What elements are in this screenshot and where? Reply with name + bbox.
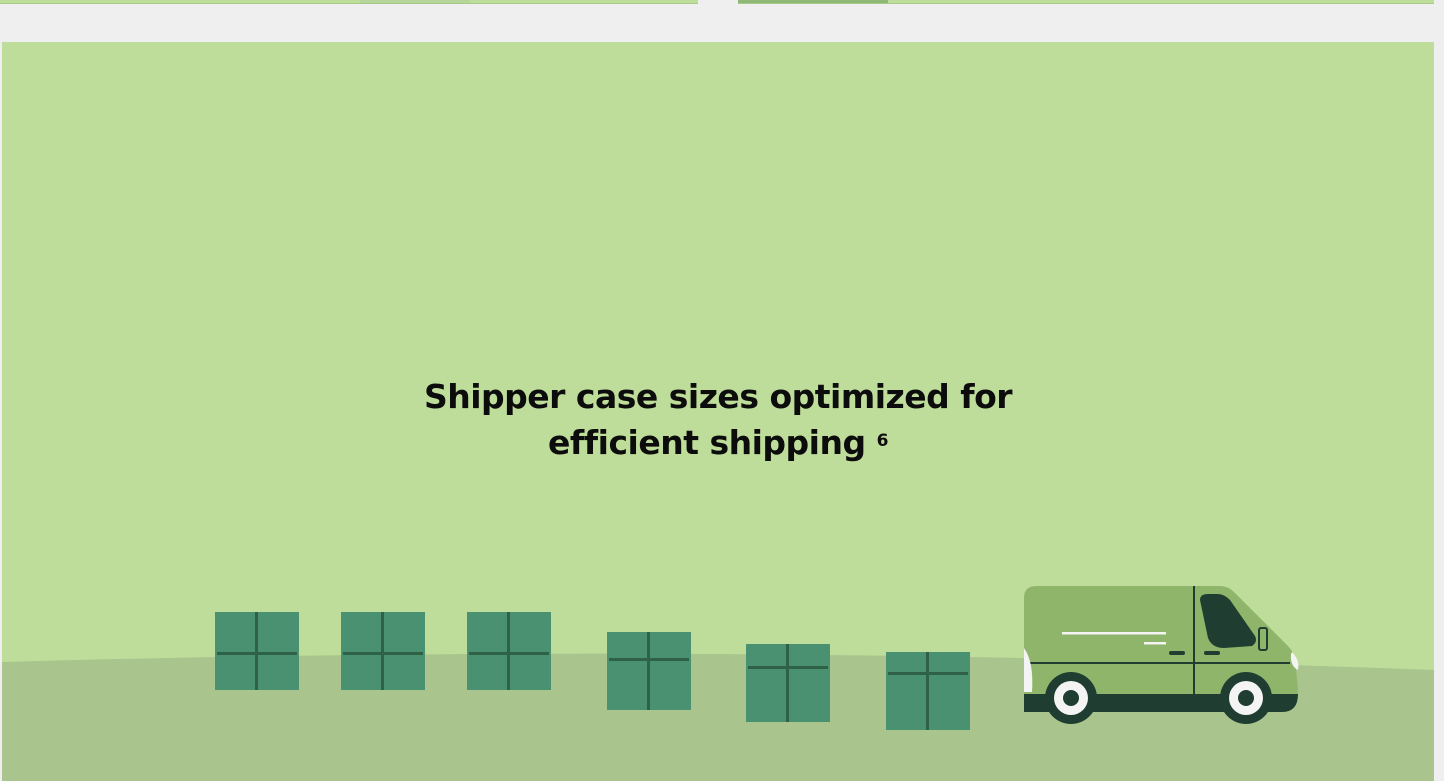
shipping-hero-panel: Shipper case sizes optimized for efficie… bbox=[2, 42, 1434, 781]
previous-section-strip bbox=[0, 0, 1444, 42]
delivery-van bbox=[1024, 586, 1299, 724]
previous-card-right-accent bbox=[738, 0, 888, 3]
previous-card-left-accent bbox=[360, 0, 470, 3]
hero-heading-line-2-text: efficient shipping bbox=[548, 423, 866, 463]
shipping-box bbox=[215, 612, 299, 690]
shipping-box bbox=[341, 612, 425, 690]
hero-heading: Shipper case sizes optimized for efficie… bbox=[2, 374, 1434, 466]
shipping-box bbox=[746, 644, 830, 722]
footnote-reference[interactable]: 6 bbox=[877, 431, 889, 451]
hero-heading-line-1: Shipper case sizes optimized for bbox=[423, 377, 1013, 417]
previous-card-right bbox=[738, 0, 1434, 4]
shipping-box bbox=[467, 612, 551, 690]
hero-heading-line-2: efficient shipping 6 bbox=[2, 420, 1434, 466]
right-gutter bbox=[1434, 42, 1444, 781]
previous-card-left bbox=[0, 0, 698, 4]
shipping-box bbox=[886, 652, 970, 730]
shipping-box bbox=[607, 632, 691, 710]
